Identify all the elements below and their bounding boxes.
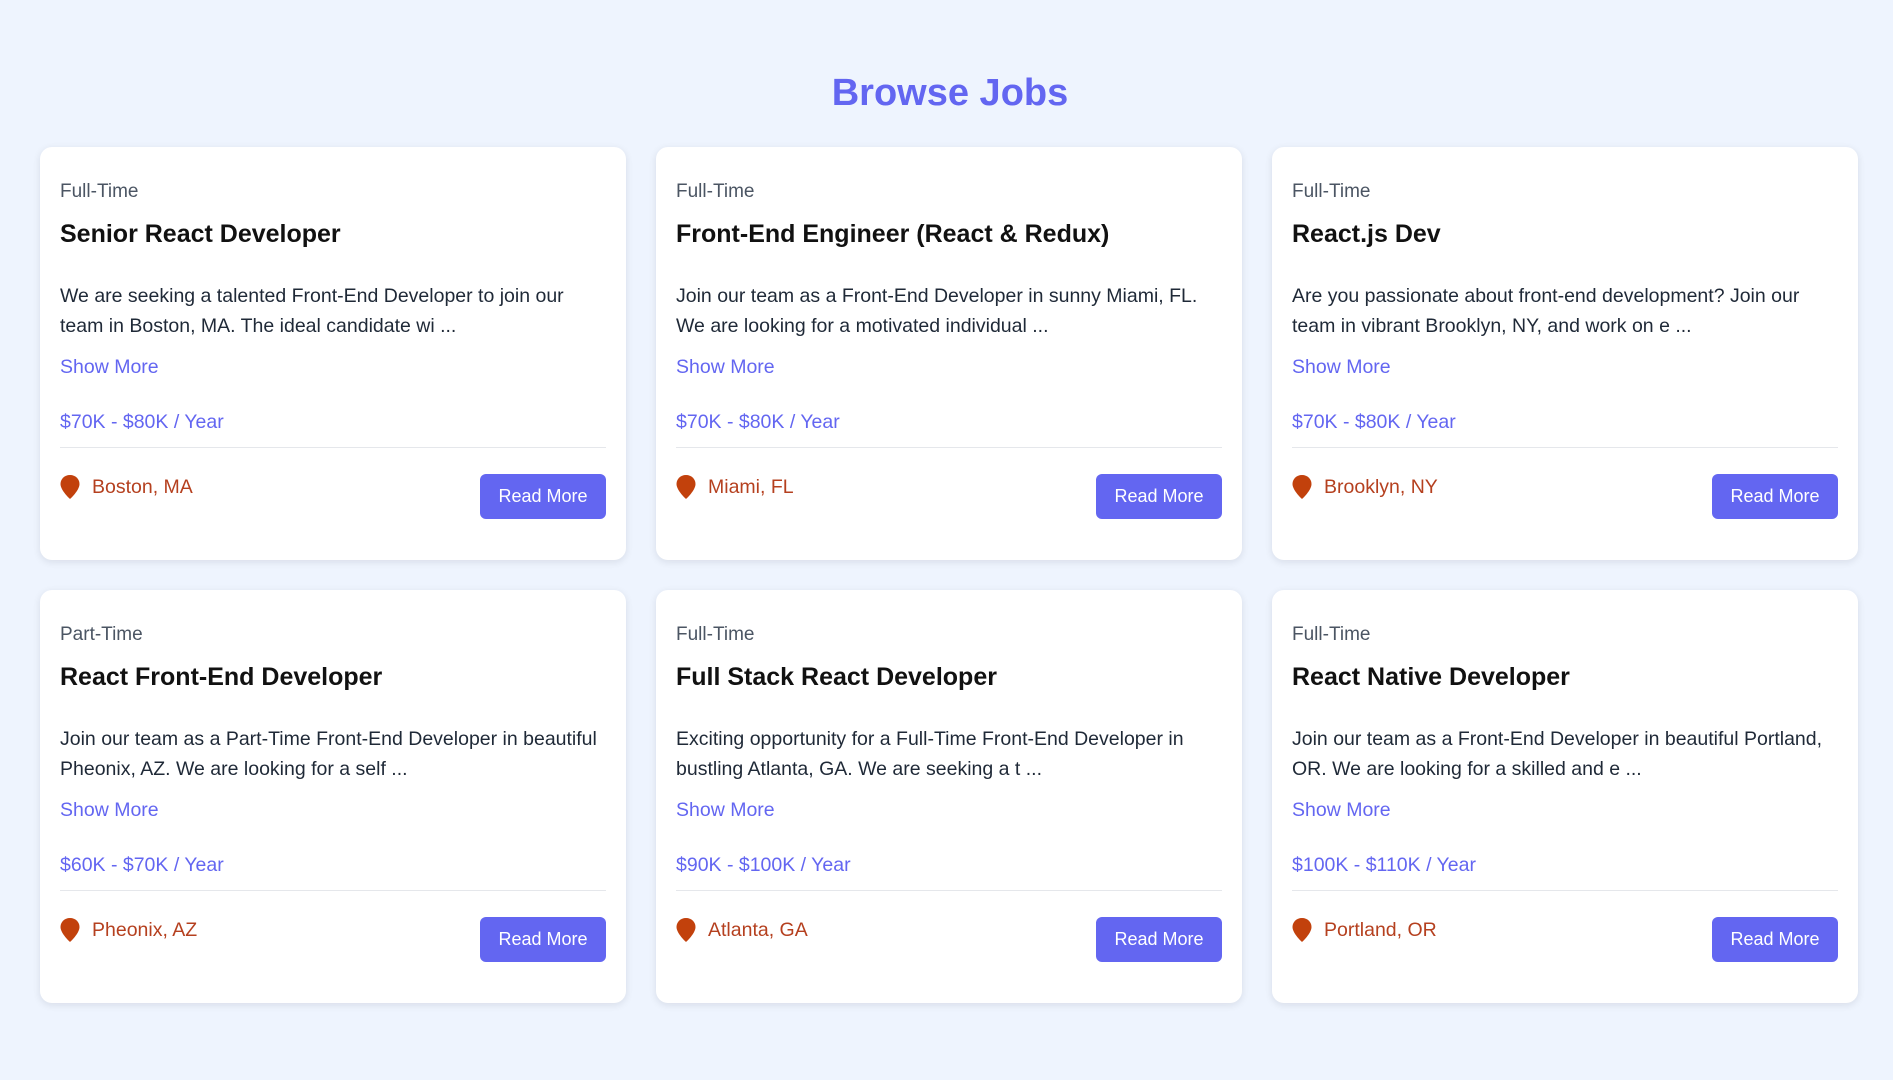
job-listings-grid: Full-Time Senior React Developer We are … (40, 147, 1858, 1003)
read-more-button[interactable]: Read More (1096, 474, 1222, 519)
card-divider (1292, 890, 1838, 891)
job-location-label: Brooklyn, NY (1324, 476, 1438, 498)
job-description: We are seeking a talented Front-End Deve… (60, 285, 564, 337)
read-more-button[interactable]: Read More (1712, 474, 1838, 519)
job-location-label: Miami, FL (708, 476, 794, 498)
job-salary: $100K - $110K / Year (1292, 854, 1476, 876)
job-salary: $70K - $80K / Year (60, 411, 224, 433)
job-location-label: Portland, OR (1324, 919, 1437, 941)
job-card: Part-Time React Front-End Developer Join… (40, 590, 626, 1003)
read-more-button[interactable]: Read More (480, 474, 606, 519)
job-title: Full Stack React Developer (676, 663, 997, 691)
page-title: Browse Jobs (831, 72, 1069, 114)
job-location-label: Pheonix, AZ (92, 919, 198, 941)
job-location: Boston, MA (60, 474, 193, 500)
map-pin-icon (676, 918, 696, 942)
job-location-label: Atlanta, GA (708, 919, 808, 941)
job-location: Brooklyn, NY (1292, 474, 1438, 500)
map-pin-icon (60, 475, 80, 499)
read-more-button[interactable]: Read More (480, 917, 606, 962)
job-type: Full-Time (1292, 181, 1371, 202)
map-pin-icon (1292, 918, 1312, 942)
job-title: Senior React Developer (60, 220, 341, 248)
map-pin-icon (676, 475, 696, 499)
card-divider (676, 890, 1222, 891)
job-title: React.js Dev (1292, 220, 1441, 248)
show-more-link[interactable]: Show More (1292, 797, 1391, 823)
read-more-button[interactable]: Read More (1096, 917, 1222, 962)
card-divider (1292, 447, 1838, 448)
job-location: Miami, FL (676, 474, 794, 500)
job-type: Full-Time (1292, 624, 1371, 645)
map-pin-icon (60, 918, 80, 942)
job-location: Portland, OR (1292, 917, 1437, 943)
job-salary: $90K - $100K / Year (676, 854, 851, 876)
job-title: React Front-End Developer (60, 663, 383, 691)
job-salary: $70K - $80K / Year (1292, 411, 1456, 433)
job-type: Part-Time (60, 624, 143, 645)
job-description: Exciting opportunity for a Full-Time Fro… (676, 728, 1184, 780)
job-location: Pheonix, AZ (60, 917, 197, 943)
job-description: Join our team as a Front-End Developer i… (1292, 728, 1823, 780)
job-type: Full-Time (60, 181, 139, 202)
job-location: Atlanta, GA (676, 917, 808, 943)
job-salary: $60K - $70K / Year (60, 854, 224, 876)
job-location-label: Boston, MA (92, 476, 193, 498)
show-more-link[interactable]: Show More (1292, 354, 1391, 380)
job-type: Full-Time (676, 181, 755, 202)
job-card: Full-Time Senior React Developer We are … (40, 147, 626, 560)
show-more-link[interactable]: Show More (60, 797, 159, 823)
card-divider (60, 447, 606, 448)
job-description: Join our team as a Part-Time Front-End D… (60, 728, 597, 780)
job-description: Are you passionate about front-end devel… (1292, 285, 1800, 337)
map-pin-icon (1292, 475, 1312, 499)
show-more-link[interactable]: Show More (676, 797, 775, 823)
show-more-link[interactable]: Show More (676, 354, 775, 380)
job-description: Join our team as a Front-End Developer i… (676, 285, 1198, 337)
job-title: React Native Developer (1292, 663, 1570, 691)
card-divider (60, 890, 606, 891)
card-divider (676, 447, 1222, 448)
job-card: Full-Time Full Stack React Developer Exc… (656, 590, 1242, 1003)
job-card: Full-Time Front-End Engineer (React & Re… (656, 147, 1242, 560)
job-salary: $70K - $80K / Year (676, 411, 840, 433)
job-title: Front-End Engineer (React & Redux) (676, 220, 1110, 248)
read-more-button[interactable]: Read More (1712, 917, 1838, 962)
job-type: Full-Time (676, 624, 755, 645)
show-more-link[interactable]: Show More (60, 354, 159, 380)
job-card: Full-Time React.js Dev Are you passionat… (1272, 147, 1858, 560)
job-card: Full-Time React Native Developer Join ou… (1272, 590, 1858, 1003)
